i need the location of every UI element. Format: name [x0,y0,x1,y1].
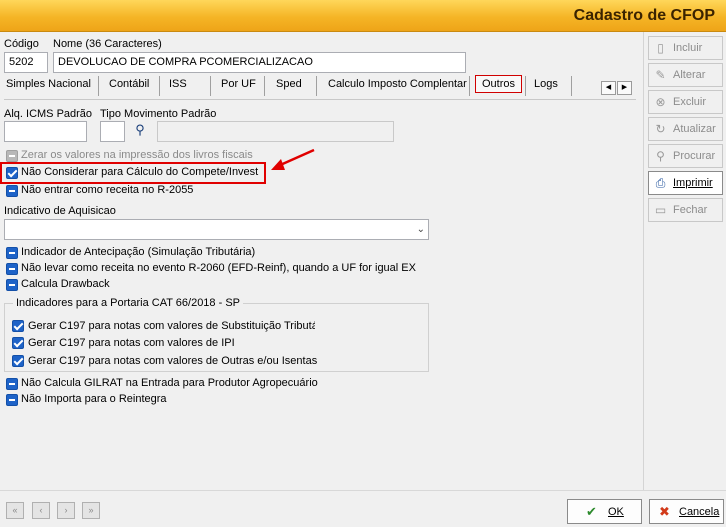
nao-calcula-gilrat-checkbox[interactable] [6,378,18,390]
nao-importa-reintegra-label: Não Importa para o Reintegra [21,393,167,405]
imprimir-button[interactable]: ⎙ Imprimir [648,171,723,195]
refresh-icon: ↻ [655,122,666,136]
window-title: Cadastro de CFOP [573,7,715,24]
tab-separator [571,76,572,96]
tab-separator [316,76,317,96]
tab-separator [98,76,99,96]
indicativo-aquisicao-label: Indicativo de Aquisicao [4,205,116,217]
tab-divider [4,99,636,100]
gerar-c197-st-label: Gerar C197 para notas com valores de Sub… [28,320,315,332]
tab-contabil[interactable]: Contábil [109,78,149,90]
tab-separator [525,76,526,96]
calcula-drawback-checkbox[interactable] [6,279,18,291]
nao-entrar-r2055-label: Não entrar como receita no R-2055 [21,184,194,196]
excluir-label: Excluir [673,96,707,108]
nao-considerar-compete-label: Não Considerar para Cálculo do Compete/I… [21,166,259,178]
gerar-c197-outras-checkbox[interactable] [12,355,24,367]
ok-label: OK [608,506,624,518]
cancel-button[interactable]: ✖ Cancela [649,499,724,524]
incluir-label: Incluir [673,42,703,54]
nao-levar-r2060-checkbox[interactable] [6,263,18,275]
alterar-button[interactable]: ✎ Alterar [648,63,723,87]
edit-icon: ✎ [655,68,666,82]
ok-button[interactable]: ✔ OK [567,499,642,524]
zerar-valores-checkbox[interactable] [6,150,18,162]
atualizar-label: Atualizar [673,123,716,135]
atualizar-button[interactable]: ↻ Atualizar [648,117,723,141]
first-record-button[interactable]: « [6,502,24,519]
delete-icon: ⊗ [655,95,666,109]
alterar-label: Alterar [673,69,706,81]
cancel-icon: ✖ [659,504,670,519]
previous-record-button[interactable]: ‹ [32,502,50,519]
codigo-input[interactable]: 5202 [4,52,48,73]
excluir-button[interactable]: ⊗ Excluir [648,90,723,114]
tab-separator [159,76,160,96]
portaria-group-title: Indicadores para a Portaria CAT 66/2018 … [13,297,243,309]
nome-input[interactable]: DEVOLUCAO DE COMPRA PCOMERCIALIZACAO [53,52,466,73]
gerar-c197-ipi-checkbox[interactable] [12,337,24,349]
fechar-button[interactable]: ▭ Fechar [648,198,723,222]
indicador-antecipacao-checkbox[interactable] [6,247,18,259]
binoculars-icon: ⚲ [656,149,665,163]
chevron-down-icon: ⌄ [416,224,425,235]
tipo-movimento-label: Tipo Movimento Padrão [100,108,217,120]
tab-iss[interactable]: ISS [169,78,187,90]
tab-strip: Simples Nacional Contábil ISS Por UF Spe… [0,74,638,100]
indicativo-aquisicao-select[interactable]: ⌄ [4,219,429,240]
codigo-label: Código [4,38,39,50]
new-document-icon: ▯ [657,41,664,55]
tab-separator [469,76,470,96]
cancel-label: Cancela [679,506,720,518]
fechar-label: Fechar [673,204,708,216]
indicador-antecipacao-label: Indicador de Antecipação (Simulação Trib… [21,246,256,258]
imprimir-label: Imprimir [673,177,713,189]
nome-label: Nome (36 Caracteres) [53,38,162,50]
checkmark-icon: ✔ [586,504,597,519]
binoculars-icon[interactable]: ⚲ [131,122,149,140]
tab-calculo-imposto[interactable]: Calculo Imposto Complentar [328,78,467,90]
tab-separator [210,76,211,96]
gerar-c197-st-checkbox[interactable] [12,320,24,332]
tab-sped[interactable]: Sped [276,78,302,90]
procurar-label: Procurar [673,150,716,162]
close-folder-icon: ▭ [654,203,667,217]
tab-por-uf[interactable]: Por UF [221,78,256,90]
procurar-button[interactable]: ⚲ Procurar [648,144,723,168]
zerar-valores-label: Zerar os valores na impressão dos livros… [21,149,253,161]
tab-simples-nacional[interactable]: Simples Nacional [6,78,91,90]
nao-considerar-compete-checkbox[interactable] [6,167,18,179]
tab-scroll-right-button[interactable]: ▶ [617,81,632,95]
calcula-drawback-label: Calcula Drawback [21,278,110,290]
tipo-movimento-code-input[interactable] [100,121,125,142]
tab-scroll-left-button[interactable]: ◀ [601,81,616,95]
nao-importa-reintegra-checkbox[interactable] [6,394,18,406]
nao-calcula-gilrat-label: Não Calcula GILRAT na Entrada para Produ… [21,377,318,389]
printer-icon: ⎙ [655,176,666,190]
nao-entrar-r2055-checkbox[interactable] [6,185,18,197]
next-record-button[interactable]: › [57,502,75,519]
alq-icms-label: Alq. ICMS Padrão [4,108,93,120]
alq-icms-input[interactable] [4,121,87,142]
tab-logs[interactable]: Logs [534,78,558,90]
tipo-movimento-desc-field [157,121,394,142]
title-bar: Cadastro de CFOP [0,0,726,32]
annotation-arrow [271,148,315,170]
last-record-button[interactable]: » [82,502,100,519]
nao-levar-r2060-label: Não levar como receita no evento R-2060 … [21,262,416,274]
incluir-button[interactable]: ▯ Incluir [648,36,723,60]
tab-outros[interactable]: Outros [475,75,523,93]
tab-separator [264,76,265,96]
gerar-c197-outras-label: Gerar C197 para notas com valores de Out… [28,355,318,367]
gerar-c197-ipi-label: Gerar C197 para notas com valores de IPI [28,337,235,349]
